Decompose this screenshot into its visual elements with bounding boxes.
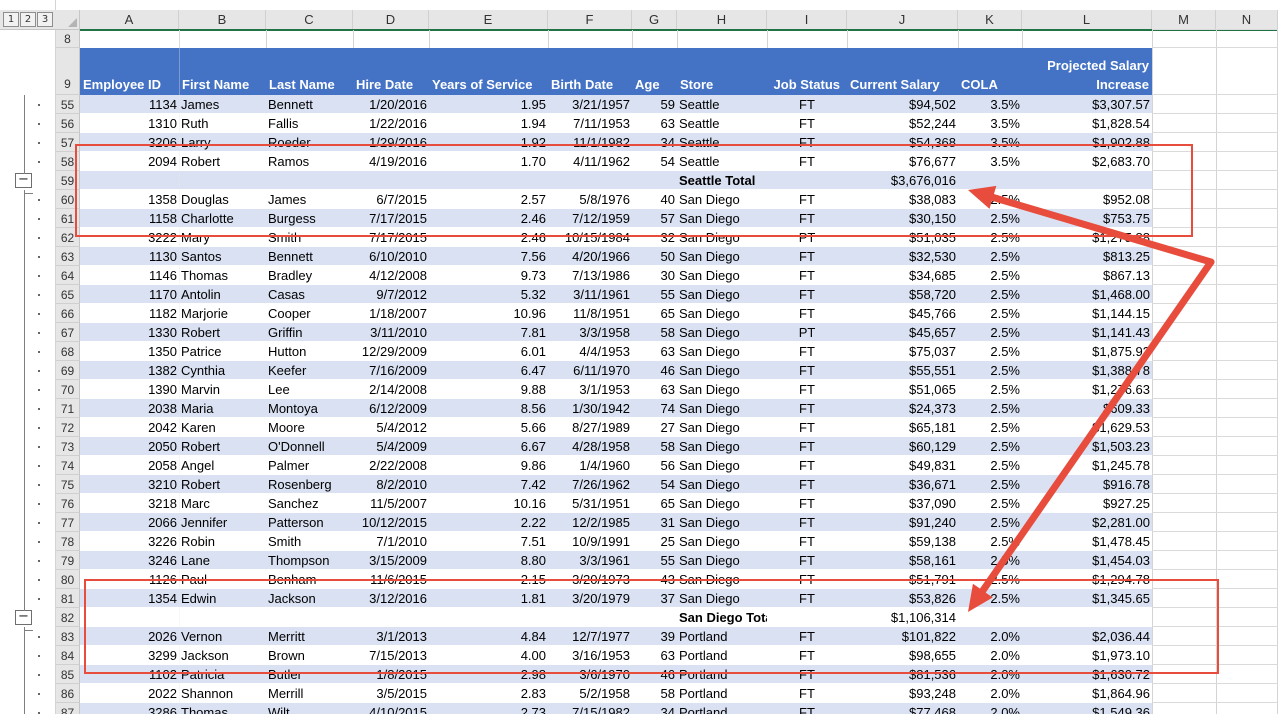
arrow-to-seattle-total	[968, 185, 1215, 266]
arrow-to-san-diego-total	[968, 258, 1215, 612]
annotation-arrows	[968, 185, 1215, 612]
